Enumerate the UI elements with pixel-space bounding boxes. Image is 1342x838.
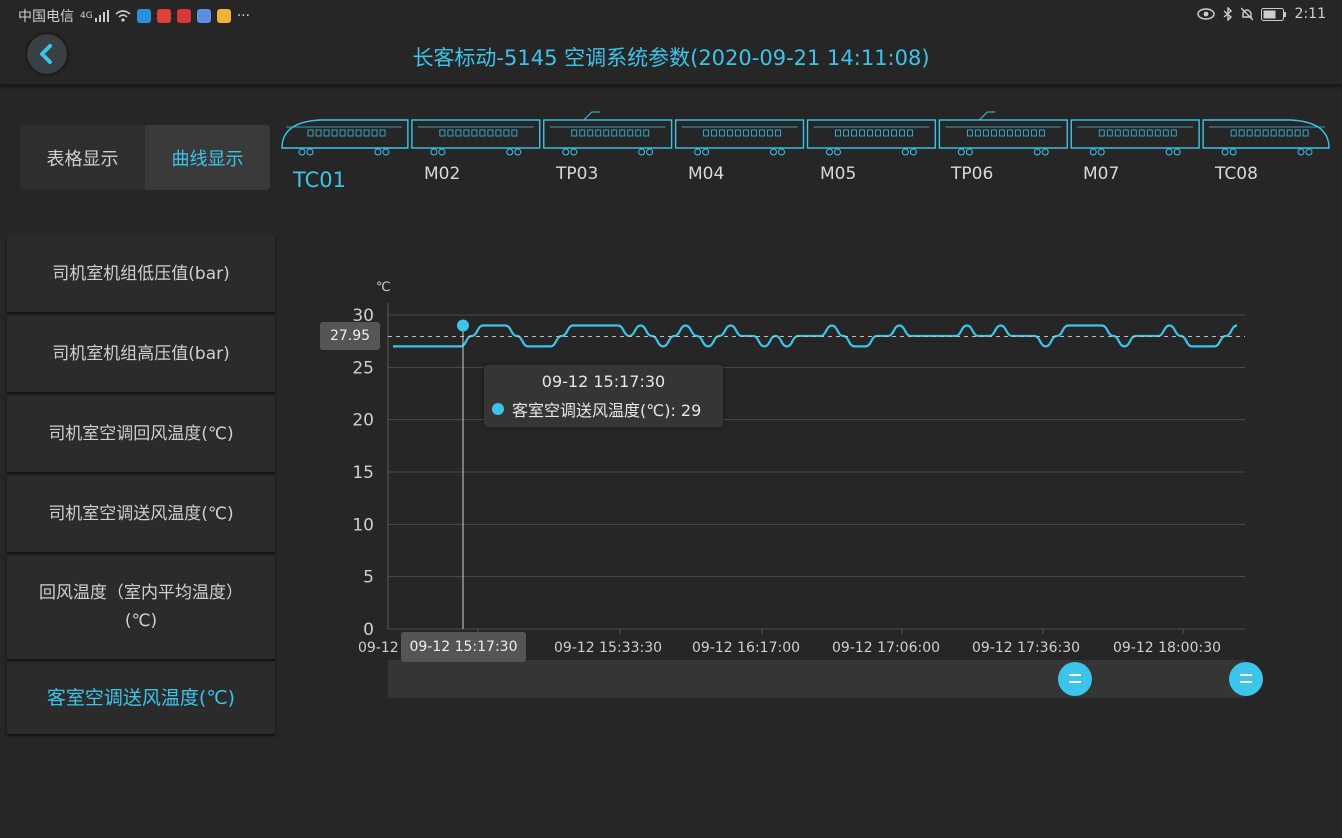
more-notifications: ··· [236, 8, 251, 24]
bluetooth-icon [1223, 7, 1232, 21]
train-car-shape [674, 119, 805, 156]
x-tick-label: 09-12 15:33:30 [554, 640, 662, 656]
y-tick-label: 5 [363, 568, 374, 588]
x-tick-label: 09-12 17:36:30 [972, 640, 1080, 656]
tab-curve-view[interactable]: 曲线显示 [145, 125, 270, 190]
train-car-shape [411, 119, 541, 156]
crosshair-x-label: 09-12 15:17:30 [401, 632, 526, 662]
car-m04[interactable]: M04 [688, 164, 724, 184]
tooltip-value: 客室空调送风温度(℃): 29 [512, 401, 702, 420]
menu-item-cab-low-pressure[interactable]: 司机室机组低压值(bar) [7, 235, 275, 312]
car-tc08[interactable]: TC08 [1215, 164, 1258, 184]
app-icon [136, 9, 151, 23]
status-right: 2:11 [1196, 6, 1326, 22]
eye-icon [1196, 8, 1215, 20]
train-diagram[interactable] [278, 108, 1333, 160]
series-line [393, 324, 1238, 348]
zoom-slider-handle[interactable] [1058, 662, 1092, 696]
page-title: 长客标动-5145 空调系统参数(2020-09-21 14:11:08) [412, 46, 930, 70]
zoom-slider-track [388, 660, 1245, 698]
train-car-shape [806, 119, 937, 156]
car-tp06[interactable]: TP06 [951, 164, 993, 184]
x-tick-label: 09-12 17:06:00 [832, 640, 940, 656]
tab-table-view[interactable]: 表格显示 [20, 125, 145, 190]
x-tick-label: 09-12 16:17:00 [692, 640, 800, 656]
tooltip-row: 客室空调送风温度(℃): 29 [492, 397, 701, 421]
chart-tooltip: 09-12 15:17:30 客室空调送风温度(℃): 29 [484, 365, 723, 427]
crosshair-y-label: 27.95 [320, 322, 380, 350]
x-tick-label: 09-12 [358, 640, 399, 656]
car-m07[interactable]: M07 [1083, 164, 1119, 184]
network-type: 4G [80, 11, 93, 21]
view-mode-switch: 表格显示 曲线显示 [20, 125, 270, 190]
car-m05[interactable]: M05 [820, 164, 856, 184]
train-car-shape [938, 111, 1068, 156]
y-tick-label: 25 [352, 358, 374, 378]
y-tick-label: 0 [363, 620, 374, 640]
clock: 2:11 [1294, 6, 1326, 22]
app-header: 长客标动-5145 空调系统参数(2020-09-21 14:11:08) [0, 30, 1342, 85]
mute-icon [1240, 7, 1253, 21]
battery-icon [1260, 7, 1286, 21]
parameter-menu: 司机室机组低压值(bar) 司机室机组高压值(bar) 司机室空调回风温度(℃)… [7, 235, 275, 737]
signal-icon [94, 10, 109, 22]
status-left: 中国电信 4G ··· [18, 6, 250, 26]
y-unit-label: ℃ [376, 280, 391, 295]
menu-item-cab-high-pressure[interactable]: 司机室机组高压值(bar) [7, 315, 275, 392]
zoom-slider-handle[interactable] [1229, 662, 1263, 696]
carrier-label: 中国电信 [18, 9, 74, 25]
menu-item-cab-return-air-temp[interactable]: 司机室空调回风温度(℃) [7, 395, 275, 472]
menu-item-cab-supply-air-temp[interactable]: 司机室空调送风温度(℃) [7, 475, 275, 552]
app-icon [156, 9, 171, 23]
car-m02[interactable]: M02 [424, 164, 460, 184]
tooltip-time: 09-12 15:17:30 [541, 372, 666, 391]
series-marker-icon [492, 403, 504, 415]
app-icon [176, 9, 191, 23]
hover-point [457, 319, 469, 332]
wifi-icon [115, 10, 131, 22]
y-tick-label: 20 [352, 411, 374, 431]
car-tc01[interactable]: TC01 [293, 168, 346, 192]
train-car-shape [1202, 119, 1330, 156]
train-car-shape [543, 111, 673, 156]
menu-item-passenger-supply-air-temp[interactable]: 客室空调送风温度(℃) [7, 662, 275, 734]
train-car-shape [1070, 119, 1200, 156]
app-icon [196, 9, 211, 23]
menu-item-return-air-avg-temp[interactable]: 回风温度（室内平均温度）(℃) [7, 555, 275, 659]
car-selector: TC01 M02 TP03 M04 M05 TP06 M07 TC08 [278, 164, 1333, 194]
app-icon [216, 9, 231, 23]
train-car-shape [281, 119, 409, 156]
car-tp03[interactable]: TP03 [556, 164, 598, 184]
y-tick-label: 15 [352, 463, 374, 483]
x-tick-label: 09-12 18:00:30 [1113, 640, 1221, 656]
status-bar: 中国电信 4G ··· 2:11 [0, 0, 1342, 30]
y-tick-label: 10 [352, 515, 374, 535]
